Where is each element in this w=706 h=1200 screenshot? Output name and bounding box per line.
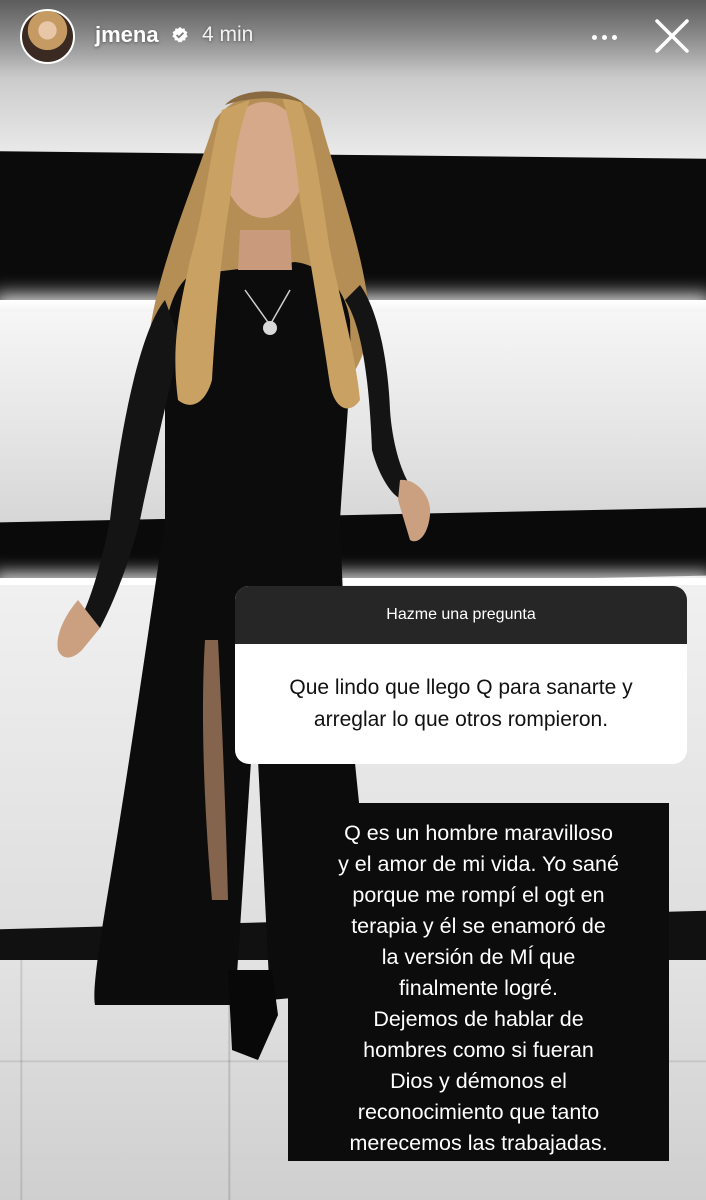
answer-line: Q es un hombre maravilloso — [344, 821, 613, 845]
question-text: Que lindo que llego Q para sanarte y arr… — [289, 676, 633, 731]
answer-line: reconocimiento que tanto — [357, 1100, 600, 1124]
more-horizontal-icon[interactable] — [584, 20, 624, 54]
answer-line: Dios y démonos el — [390, 1069, 567, 1093]
answer-line: terapia y él se enamoró de — [351, 914, 606, 938]
answer-line: finalmente logré. — [399, 976, 558, 1000]
answer-line: y el amor de mi vida. Yo sané — [338, 852, 619, 876]
verified-badge-icon — [172, 26, 188, 43]
answer-line: hombres como si fueran — [363, 1038, 594, 1062]
answer-line: Dejemos de hablar de — [373, 1007, 584, 1031]
profile-avatar[interactable] — [20, 9, 75, 64]
question-sticker[interactable]: Hazme una pregunta Que lindo que llego Q… — [235, 586, 687, 764]
username[interactable]: jmena — [95, 22, 159, 48]
answer-line: porque me rompí el ogt en — [352, 883, 605, 907]
close-icon[interactable] — [652, 16, 692, 56]
answer-line: la versión de MÍ que — [381, 945, 576, 969]
answer-line: merecemos las trabajadas. — [349, 1131, 608, 1155]
story-header: jmena 4 min — [0, 0, 706, 80]
answer-text-block: Q es un hombre maravilloso y el amor de … — [288, 803, 669, 1161]
story-timestamp: 4 min — [202, 23, 254, 46]
story-viewer[interactable]: jmena 4 min Hazme una pregunta Que lindo… — [0, 0, 706, 1200]
question-sticker-header: Hazme una pregunta — [235, 586, 687, 644]
